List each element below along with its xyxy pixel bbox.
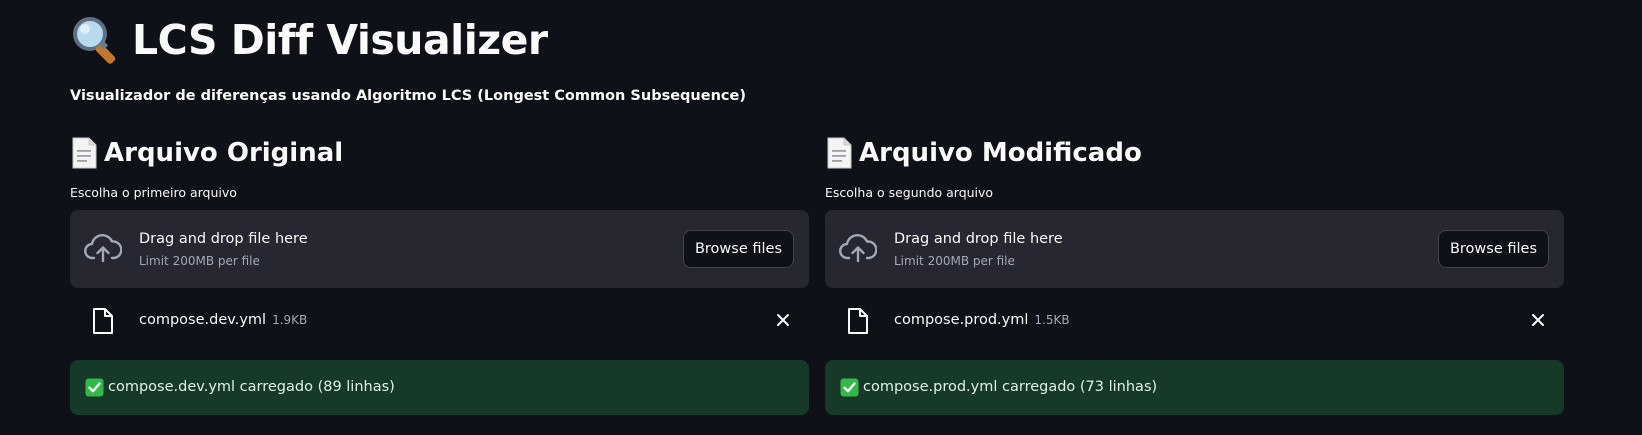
original-file-size: 1.9KB [272, 313, 308, 327]
original-uploader-label: Escolha o primeiro arquivo [70, 185, 237, 200]
modified-file-size: 1.5KB [1034, 313, 1070, 327]
original-dropzone-text: Drag and drop file here [139, 231, 308, 247]
page-title-text: LCS Diff Visualizer [132, 16, 548, 64]
modified-success-content: compose.prod.yml carregado (73 linhas) [840, 377, 1157, 397]
modified-dropzone-instructions: Drag and drop file here Limit 200MB per … [894, 229, 1063, 269]
modified-success-alert: compose.prod.yml carregado (73 linhas) [825, 360, 1564, 415]
page-title: LCS Diff Visualizer [70, 12, 548, 68]
original-file-heading: Arquivo Original [70, 134, 809, 172]
original-file-column: Arquivo Original Escolha o primeiro arqu… [70, 134, 809, 415]
original-success-message: compose.dev.yml carregado (89 linhas) [108, 379, 395, 395]
file-icon [93, 308, 113, 334]
modified-success-message: compose.prod.yml carregado (73 linhas) [863, 379, 1158, 395]
original-file-dropzone[interactable]: Drag and drop file here Limit 200MB per … [70, 210, 809, 288]
page-icon [827, 137, 852, 169]
check-mark-icon [85, 378, 104, 396]
app-page: LCS Diff Visualizer Visualizador de dife… [0, 0, 1642, 435]
original-file-heading-text: Arquivo Original [104, 138, 344, 168]
modified-dropzone-text: Drag and drop file here [894, 231, 1063, 247]
modified-dropzone-limit: Limit 200MB per file [894, 254, 1015, 268]
close-icon[interactable] [775, 312, 791, 328]
check-mark-icon [840, 378, 859, 396]
file-icon [848, 308, 868, 334]
original-dropzone-limit: Limit 200MB per file [139, 254, 260, 268]
modified-uploader-label: Escolha o segundo arquivo [825, 185, 994, 200]
magnifying-glass-icon [73, 17, 116, 64]
page-subtitle: Visualizador de diferenças usando Algori… [70, 88, 746, 104]
page-icon [72, 137, 97, 169]
original-success-alert: compose.dev.yml carregado (89 linhas) [70, 360, 809, 415]
modified-uploaded-file: compose.prod.yml 1.5KB [825, 288, 1564, 360]
original-dropzone-instructions: Drag and drop file here Limit 200MB per … [139, 229, 308, 269]
modified-file-info: compose.prod.yml 1.5KB [894, 310, 1070, 330]
modified-file-dropzone[interactable]: Drag and drop file here Limit 200MB per … [825, 210, 1564, 288]
original-success-content: compose.dev.yml carregado (89 linhas) [85, 377, 395, 397]
modified-browse-files-button[interactable]: Browse files [1437, 230, 1549, 268]
original-file-name: compose.dev.yml [139, 312, 267, 328]
modified-file-column: Arquivo Modificado Escolha o segundo arq… [825, 134, 1564, 415]
close-icon[interactable] [1530, 312, 1546, 328]
original-browse-files-button[interactable]: Browse files [682, 230, 794, 268]
cloud-upload-icon [84, 233, 122, 263]
modified-file-heading-text: Arquivo Modificado [859, 138, 1142, 168]
modified-file-name: compose.prod.yml [894, 312, 1029, 328]
original-uploaded-file: compose.dev.yml 1.9KB [70, 288, 809, 360]
cloud-upload-icon [839, 233, 877, 263]
modified-file-heading: Arquivo Modificado [825, 134, 1564, 172]
original-file-info: compose.dev.yml 1.9KB [139, 310, 307, 330]
